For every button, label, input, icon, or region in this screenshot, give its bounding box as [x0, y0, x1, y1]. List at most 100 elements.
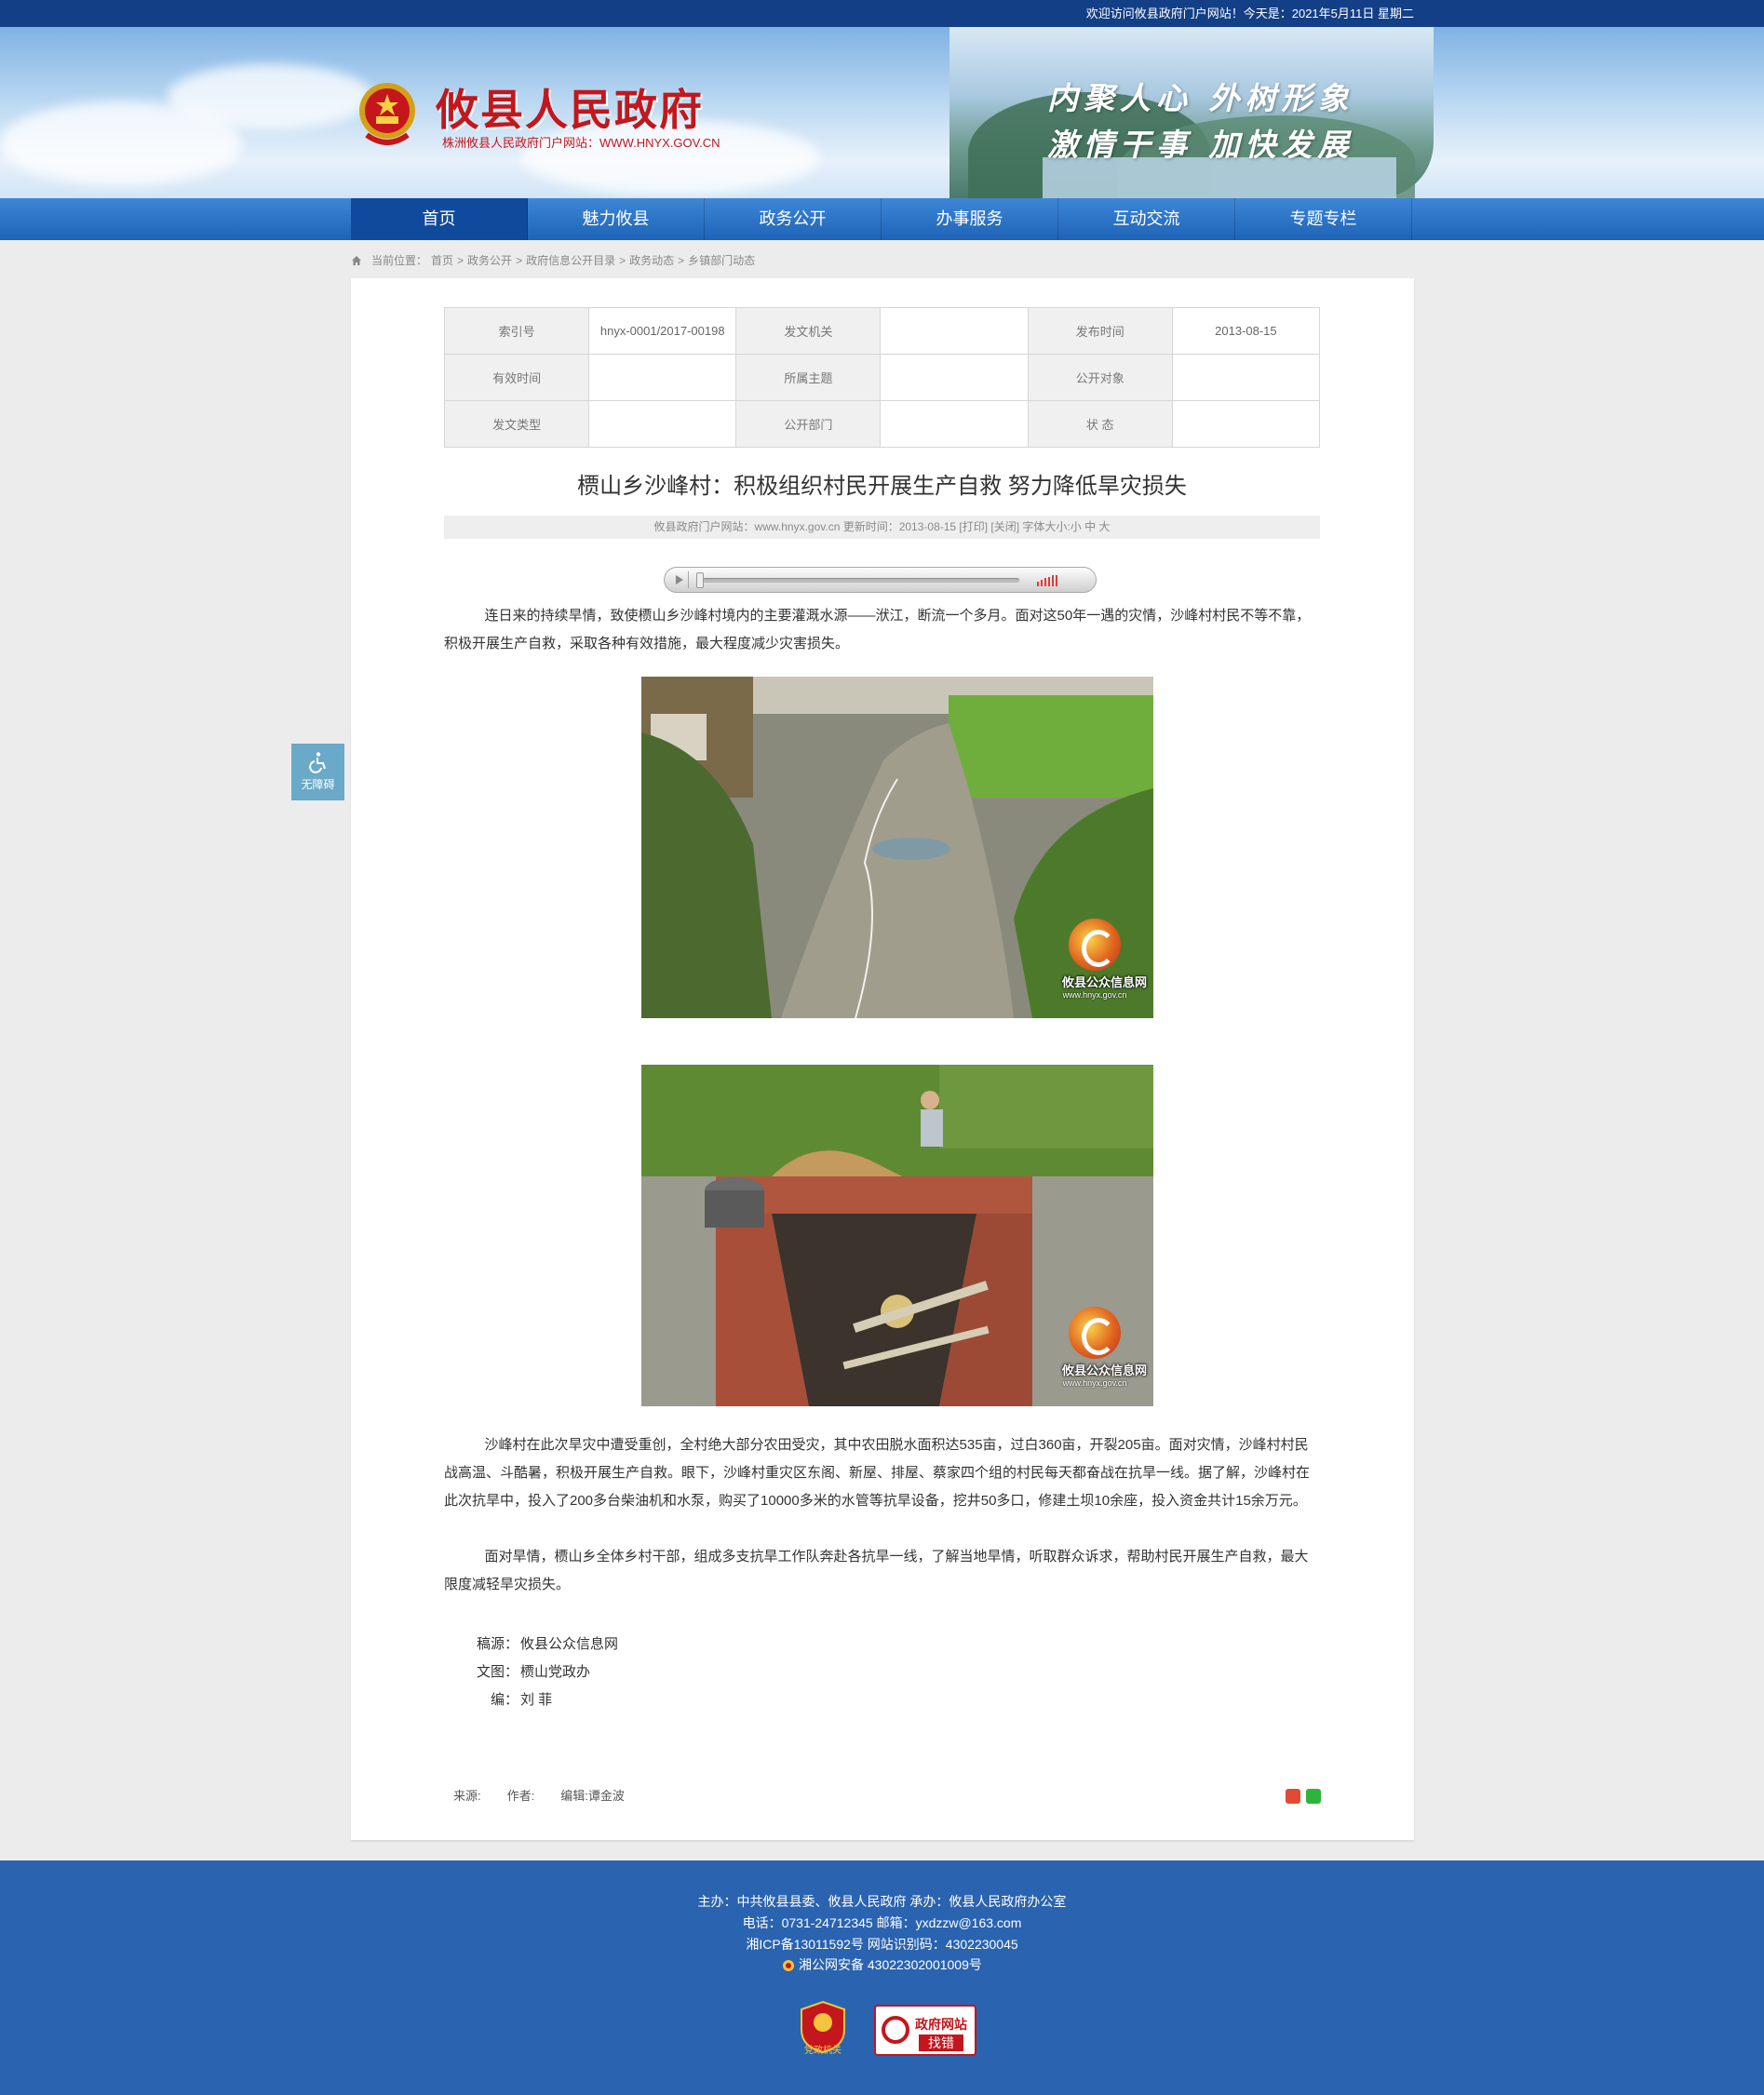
article-photo-well-digging: 攸县公众信息网 www.hnyx.gov.cn — [641, 1065, 1153, 1406]
article-info-bar[interactable]: 攸县政府门户网站：www.hnyx.gov.cn 更新时间：2013-08-15… — [444, 516, 1320, 539]
author-label: 作者: — [506, 1789, 535, 1803]
meta-key: 发文机关 — [735, 307, 882, 355]
meta-table: 索引号 hnyx-0001/2017-00198 发文机关 发布时间 2013-… — [443, 307, 1321, 448]
breadcrumb-link-home[interactable]: 首页 — [431, 252, 453, 269]
meta-value — [880, 400, 1029, 448]
top-bar: 欢迎访问攸县政府门户网站！今天是：2021年5月11日 星期二 — [0, 0, 1764, 27]
play-icon — [676, 575, 683, 584]
watermark-emblem-icon — [1069, 919, 1121, 971]
editor-label: 编辑:谭金波 — [560, 1789, 625, 1803]
article-card: 索引号 hnyx-0001/2017-00198 发文机关 发布时间 2013-… — [351, 278, 1414, 1840]
wheelchair-icon — [308, 752, 326, 773]
footer-sponsor: 主办：中共攸县县委、攸县人民政府 承办：攸县人民政府办公室 — [697, 1894, 1067, 1909]
footer-police-record[interactable]: 湘公网安备 43022302001009号 — [0, 1955, 1764, 1974]
article-paragraph: 面对旱情，槚山乡全体乡村干部，组成多支抗旱工作队奔赴各抗旱一线，了解当地旱情，听… — [444, 1549, 1309, 1592]
footer-icp[interactable]: 湘ICP备13011592号 网站识别码：4302230045 — [0, 1935, 1764, 1954]
meta-key: 索引号 — [443, 307, 590, 355]
meta-value — [588, 354, 737, 401]
meta-key: 公开对象 — [1027, 354, 1173, 401]
meta-key: 状 态 — [1027, 400, 1173, 448]
slogan-line1: 内聚人心 外树形象 — [1047, 80, 1354, 116]
watermark-url: www.hnyx.gov.cn — [1062, 990, 1127, 1000]
error-report-action: 找错 — [919, 2035, 963, 2051]
meta-key: 公开部门 — [735, 400, 882, 448]
nav-item-services[interactable]: 办事服务 — [882, 198, 1058, 240]
footer-police-text: 湘公网安备 43022302001009号 — [798, 1957, 982, 1972]
meta-value — [880, 354, 1029, 401]
credit-row: 稿源： 攸县公众信息网 — [444, 1631, 618, 1659]
party-gov-badge-label: 党政机关 — [804, 2046, 842, 2056]
credit-value: 槚山党政办 — [520, 1664, 591, 1680]
weibo-share-icon[interactable] — [1286, 1789, 1300, 1804]
source-label: 来源: — [453, 1789, 481, 1803]
article-photo-dry-riverbed: 攸县公众信息网 www.hnyx.gov.cn — [641, 677, 1153, 1018]
credit-key: 稿源： — [476, 1636, 518, 1652]
article-title: 槚山乡沙峰村：积极组织村民开展生产自救 努力降低旱灾损失 — [577, 474, 1187, 499]
cloud-decoration — [168, 64, 372, 129]
breadcrumb-prefix: 当前位置： — [371, 254, 428, 267]
credit-row: 文图： 槚山党政办 — [444, 1659, 618, 1686]
accessibility-button[interactable]: 无障碍 — [291, 744, 344, 800]
breadcrumb-link-news[interactable]: 政务动态 — [629, 252, 674, 269]
meta-key: 有效时间 — [443, 354, 590, 401]
meta-value — [1171, 354, 1321, 401]
watermark-logo: 攸县公众信息网 www.hnyx.gov.cn — [1062, 1307, 1147, 1388]
credit-row: 编：刘 菲 — [444, 1686, 618, 1714]
breadcrumb-separator: > — [619, 254, 626, 267]
police-badge-icon — [783, 1960, 795, 1972]
watermark-emblem-icon — [1069, 1307, 1121, 1359]
nav-item-charm-youxian[interactable]: 魅力攸县 — [528, 198, 705, 240]
breadcrumb-separator: > — [678, 254, 685, 267]
slogan-line2: 激情干事 加快发展 — [1047, 127, 1354, 163]
meta-row: 发文类型 公开部门 状 态 — [443, 400, 1321, 448]
footer-contact: 电话：0731-24712345 邮箱：yxdzzw@163.com — [742, 1915, 1022, 1930]
watermark-logo: 攸县公众信息网 www.hnyx.gov.cn — [1062, 919, 1148, 1000]
meta-key: 发布时间 — [1027, 307, 1173, 355]
meta-value: 2013-08-15 — [1171, 307, 1321, 355]
wechat-share-icon[interactable] — [1306, 1789, 1321, 1804]
nav-item-special-topics[interactable]: 专题专栏 — [1235, 198, 1412, 240]
meta-row: 索引号 hnyx-0001/2017-00198 发文机关 发布时间 2013-… — [443, 307, 1321, 355]
national-emblem-icon — [359, 83, 415, 145]
nav-item-home[interactable]: 首页 — [351, 198, 528, 240]
home-icon — [352, 256, 361, 265]
article-paragraph: 沙峰村在此次旱灾中遭受重创，全村绝大部分农田受灾，其中农田脱水面积达535亩，过… — [444, 1437, 1311, 1509]
audio-player[interactable] — [664, 567, 1097, 593]
site-title[interactable]: 攸县人民政府 — [436, 76, 704, 138]
credit-value: 刘 菲 — [520, 1692, 553, 1708]
welcome-text: 欢迎访问攸县政府门户网站！今天是：2021年5月11日 星期二 — [1085, 7, 1414, 20]
watermark-url: www.hnyx.gov.cn — [1062, 1378, 1127, 1388]
magnifier-icon — [882, 2016, 909, 2044]
credit-key: 文图： — [476, 1664, 518, 1680]
breadcrumb-link-gov-affairs[interactable]: 政务公开 — [467, 252, 512, 269]
play-button[interactable] — [670, 571, 689, 588]
article-footer-meta: 来源: 作者: 编辑:谭金波 — [453, 1786, 625, 1804]
volume-icon[interactable] — [1037, 575, 1061, 586]
share-buttons — [1286, 1789, 1321, 1804]
breadcrumb-link-directory[interactable]: 政府信息公开目录 — [526, 252, 615, 269]
meta-value — [588, 400, 737, 448]
main-nav: 首页 魅力攸县 政务公开 办事服务 互动交流 专题专栏 — [0, 198, 1764, 240]
meta-value — [1171, 400, 1321, 448]
header-banner: 内聚人心 外树形象 激情干事 加快发展 — [0, 27, 1764, 198]
article-paragraph: 连日来的持续旱情，致使槚山乡沙峰村境内的主要灌溉水源——洑江，断流一个多月。面对… — [444, 608, 1311, 651]
error-report-title: 政府网站 — [915, 2017, 967, 2032]
credit-key: 编： — [490, 1692, 518, 1708]
audio-progress-track[interactable] — [698, 578, 1019, 583]
site-subtitle: 株洲攸县人民政府门户网站：WWW.HNYX.GOV.CN — [442, 136, 720, 150]
accessibility-label: 无障碍 — [301, 778, 335, 791]
nav-item-interaction[interactable]: 互动交流 — [1058, 198, 1235, 240]
meta-value — [880, 307, 1029, 355]
breadcrumb-link-town-news[interactable]: 乡镇部门动态 — [688, 252, 755, 269]
audio-progress-handle[interactable] — [696, 572, 704, 588]
breadcrumb-separator: > — [516, 254, 523, 267]
gov-site-error-report-badge[interactable]: 政府网站 找错 — [874, 2005, 976, 2056]
meta-key: 发文类型 — [443, 400, 590, 448]
breadcrumb-separator: > — [457, 254, 465, 267]
page-footer: 主办：中共攸县县委、攸县人民政府 承办：攸县人民政府办公室 电话：0731-24… — [0, 1860, 1764, 2095]
nav-item-gov-affairs[interactable]: 政务公开 — [705, 198, 882, 240]
article-credits: 稿源： 攸县公众信息网 文图： 槚山党政办 编：刘 菲 — [444, 1631, 618, 1714]
meta-key: 所属主题 — [735, 354, 882, 401]
watermark-text: 攸县公众信息网 — [1062, 975, 1148, 989]
meta-value: hnyx-0001/2017-00198 — [588, 307, 737, 355]
